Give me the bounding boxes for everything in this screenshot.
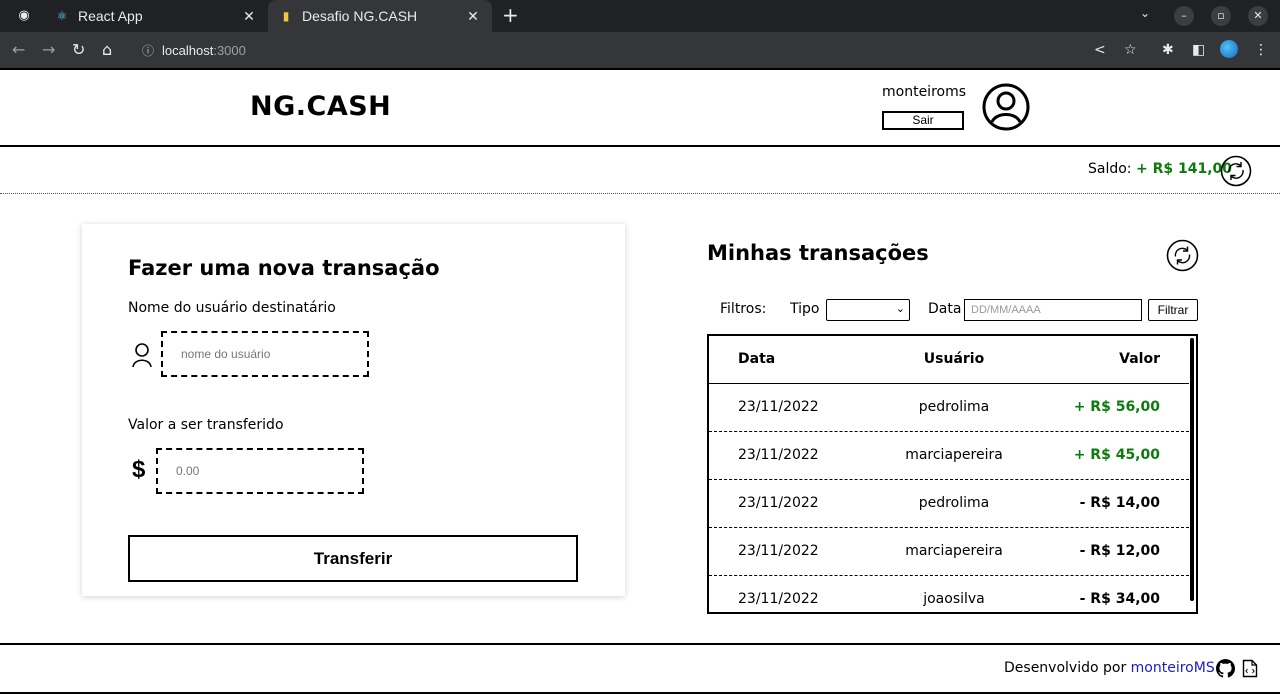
window-close-icon[interactable]: ✕ bbox=[1248, 6, 1268, 26]
balance-display: Saldo: + R$ 141,00 bbox=[1088, 161, 1232, 177]
browser-toolbar: ← → ↻ ⌂ ⓘ localhost:3000 < ☆ ✱ ◧ ⋮ bbox=[0, 32, 1280, 68]
new-tab-icon[interactable]: + bbox=[502, 4, 519, 26]
row-date: 23/11/2022 bbox=[738, 447, 819, 463]
tab-close-icon[interactable]: ✕ bbox=[464, 8, 482, 25]
table-row: 23/11/2022 joaosilva - R$ 34,00 bbox=[709, 576, 1189, 612]
reload-icon[interactable]: ↻ bbox=[72, 40, 85, 60]
filter-button[interactable]: Filtrar bbox=[1148, 299, 1198, 321]
row-user: marciapereira bbox=[905, 543, 1003, 559]
user-icon bbox=[132, 343, 152, 368]
tab-search-icon[interactable]: ◉ bbox=[14, 6, 34, 26]
logout-button[interactable]: Sair bbox=[882, 111, 964, 130]
tab-title: React App bbox=[78, 8, 143, 24]
header-border bbox=[0, 145, 1280, 147]
balance-label: Saldo: bbox=[1088, 161, 1132, 177]
author-link[interactable]: monteiroMS bbox=[1131, 660, 1215, 676]
bookmark-star-icon[interactable]: ☆ bbox=[1124, 42, 1137, 58]
footer-border bbox=[0, 643, 1280, 645]
refresh-balance-icon[interactable] bbox=[1220, 155, 1252, 187]
balance-value: + R$ 141,00 bbox=[1135, 161, 1233, 177]
github-icon[interactable] bbox=[1216, 659, 1235, 678]
row-date: 23/11/2022 bbox=[738, 495, 819, 511]
column-header-date[interactable]: Data bbox=[738, 351, 775, 367]
row-date: 23/11/2022 bbox=[738, 399, 819, 415]
restore-icon[interactable]: ▫ bbox=[1211, 6, 1231, 26]
minimize-icon[interactable]: – bbox=[1174, 6, 1194, 26]
profile-avatar-icon[interactable] bbox=[1220, 40, 1238, 58]
row-value: - R$ 12,00 bbox=[1079, 543, 1160, 559]
column-header-value[interactable]: Valor bbox=[1119, 351, 1160, 367]
table-row: 23/11/2022 marciapereira - R$ 12,00 bbox=[709, 528, 1189, 576]
tab-react-app[interactable]: ⚛ React App ✕ bbox=[44, 0, 268, 32]
forward-arrow-icon[interactable]: → bbox=[42, 40, 55, 60]
row-value: + R$ 56,00 bbox=[1073, 399, 1160, 415]
site-info-icon[interactable]: ⓘ bbox=[142, 42, 154, 59]
date-input[interactable]: DD/MM/AAAA bbox=[964, 299, 1142, 321]
row-value: - R$ 34,00 bbox=[1079, 591, 1160, 607]
balance-divider bbox=[0, 193, 1280, 194]
tab-close-icon[interactable]: ✕ bbox=[240, 8, 258, 25]
tab-title: Desafio NG.CASH bbox=[302, 8, 418, 24]
footer-text: Desenvolvido por bbox=[1004, 660, 1127, 676]
url-host: localhost bbox=[162, 42, 214, 58]
recipient-label: Nome do usuário destinatário bbox=[128, 300, 336, 316]
transactions-title: Minhas transações bbox=[707, 241, 929, 265]
tab-list-chevron-icon[interactable]: ⌄ bbox=[1140, 6, 1150, 20]
tab-desafio-ngcash[interactable]: ▮ Desafio NG.CASH ✕ bbox=[268, 0, 492, 32]
browser-menu-icon[interactable]: ⋮ bbox=[1254, 42, 1268, 58]
transactions-table: Data Usuário Valor 23/11/2022 pedrolima … bbox=[707, 334, 1198, 614]
username: monteiroms bbox=[882, 84, 967, 100]
transfer-button[interactable]: Transferir bbox=[128, 535, 578, 582]
browser-tab-bar: ◉ ⚛ React App ✕ ▮ Desafio NG.CASH ✕ + ⌄ … bbox=[0, 0, 1280, 32]
row-user: pedrolima bbox=[918, 399, 990, 415]
row-user: joaosilva bbox=[923, 591, 985, 607]
dollar-icon: $ bbox=[132, 456, 146, 483]
side-panel-icon[interactable]: ◧ bbox=[1192, 42, 1205, 58]
transfer-title: Fazer uma nova transação bbox=[128, 256, 440, 280]
back-arrow-icon[interactable]: ← bbox=[12, 40, 25, 60]
chevron-down-icon: ⌄ bbox=[895, 302, 905, 315]
type-filter-label: Tipo bbox=[790, 301, 820, 317]
url-port: :3000 bbox=[213, 42, 246, 58]
date-filter-label: Data bbox=[928, 301, 962, 317]
brand-logo: NG.CASH bbox=[250, 91, 392, 122]
row-user: pedrolima bbox=[918, 495, 990, 511]
share-icon[interactable]: < bbox=[1094, 42, 1106, 58]
home-icon[interactable]: ⌂ bbox=[102, 40, 112, 60]
table-row: 23/11/2022 pedrolima - R$ 14,00 bbox=[709, 480, 1189, 528]
row-user: marciapereira bbox=[905, 447, 1003, 463]
user-avatar-icon bbox=[982, 83, 1030, 131]
document-icon[interactable] bbox=[1242, 659, 1258, 678]
recipient-input[interactable]: nome do usuário bbox=[161, 331, 369, 377]
row-date: 23/11/2022 bbox=[738, 591, 819, 607]
refresh-transactions-icon[interactable] bbox=[1166, 239, 1199, 272]
table-scrollbar[interactable] bbox=[1190, 338, 1194, 601]
type-select[interactable]: ⌄ bbox=[826, 299, 910, 321]
amount-label: Valor a ser transferido bbox=[128, 417, 284, 433]
page-favicon-icon: ▮ bbox=[282, 9, 290, 23]
row-date: 23/11/2022 bbox=[738, 543, 819, 559]
amount-input[interactable]: 0.00 bbox=[156, 448, 364, 494]
address-bar[interactable]: ⓘ localhost:3000 bbox=[132, 36, 1082, 64]
extensions-puzzle-icon[interactable]: ✱ bbox=[1162, 42, 1174, 58]
app-top-border bbox=[0, 68, 1280, 70]
table-row: 23/11/2022 pedrolima + R$ 56,00 bbox=[709, 384, 1189, 432]
table-header: Data Usuário Valor bbox=[709, 336, 1189, 384]
react-favicon-icon: ⚛ bbox=[56, 9, 68, 23]
filters-label: Filtros: bbox=[720, 301, 767, 317]
row-value: + R$ 45,00 bbox=[1073, 447, 1160, 463]
row-value: - R$ 14,00 bbox=[1079, 495, 1160, 511]
column-header-user[interactable]: Usuário bbox=[859, 351, 1049, 367]
table-row: 23/11/2022 marciapereira + R$ 45,00 bbox=[709, 432, 1189, 480]
footer-credit: Desenvolvido por monteiroMS bbox=[1004, 660, 1215, 676]
